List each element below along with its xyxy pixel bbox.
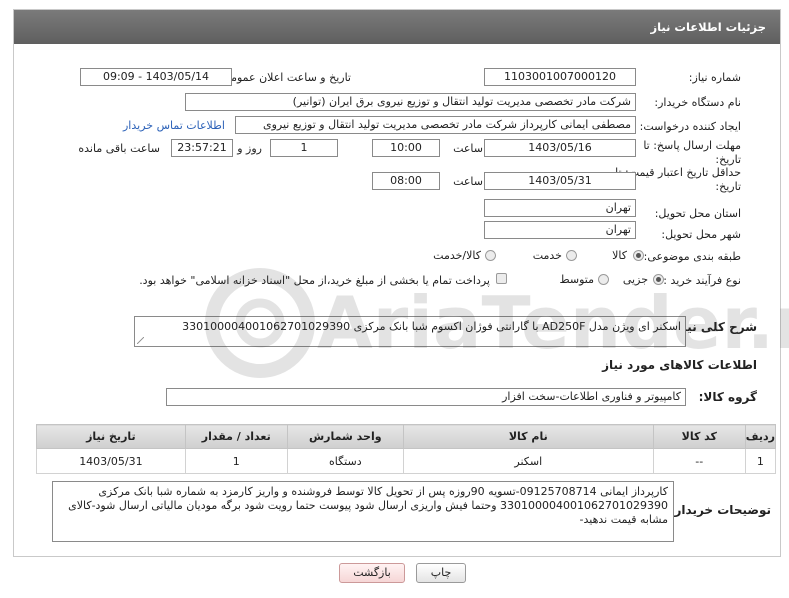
goods-group-label: گروه کالا: bbox=[698, 390, 757, 404]
col-row: ردیف bbox=[744, 424, 777, 449]
buyer-contact-link[interactable]: اطلاعات تماس خریدار bbox=[123, 119, 225, 132]
items-table-header: ردیف کد کالا نام کالا واحد شمارش تعداد /… bbox=[36, 424, 777, 449]
process-option-medium: متوسط bbox=[559, 273, 594, 286]
buyer-org-field[interactable]: شرکت مادر تخصصی مدیریت تولید انتقال و تو… bbox=[185, 93, 636, 111]
category-label: طبقه بندی موضوعی: bbox=[643, 250, 741, 263]
category-radio-goods[interactable] bbox=[633, 250, 644, 261]
city-label: شهر محل تحویل: bbox=[661, 228, 741, 241]
need-number-field[interactable]: 1103001007000120 bbox=[484, 68, 636, 86]
deadline-remaining-field[interactable]: 23:57:21 bbox=[171, 139, 233, 157]
col-code: کد کالا bbox=[652, 424, 746, 449]
buyer-notes-label: توضیحات خریدار: bbox=[669, 503, 771, 517]
cell-unit: دستگاه bbox=[286, 448, 404, 474]
deadline-time-label: ساعت bbox=[453, 142, 483, 155]
cell-row: 1 bbox=[744, 448, 777, 474]
province-field[interactable]: تهران bbox=[484, 199, 636, 217]
buyer-notes-field[interactable]: کارپرداز ایمانی 09125708714-تسویه 90روزه… bbox=[52, 481, 674, 542]
cell-qty: 1 bbox=[184, 448, 288, 474]
announce-datetime-label: تاریخ و ساعت اعلان عمومی: bbox=[218, 71, 351, 84]
price-validity-label-line2: تاریخ: bbox=[715, 180, 741, 193]
deadline-label-line1: مهلت ارسال پاسخ: تا bbox=[643, 139, 741, 152]
process-label: نوع فرآیند خرید : bbox=[663, 274, 741, 287]
description-resize-handle[interactable] bbox=[137, 337, 144, 344]
requester-label: ایجاد کننده درخواست: bbox=[639, 120, 741, 133]
province-label: استان محل تحویل: bbox=[654, 207, 741, 220]
requester-field[interactable]: مصطفی ایمانی کارپرداز شرکت مادر تخصصی مد… bbox=[235, 116, 636, 134]
goods-section-title: اطلاعات کالاهای مورد نیاز bbox=[602, 358, 757, 372]
need-number-label: شماره نیاز: bbox=[688, 71, 741, 84]
col-qty: تعداد / مقدار bbox=[184, 424, 288, 449]
treasury-note: پرداخت تمام یا بخشی از مبلغ خرید،از محل … bbox=[139, 274, 490, 287]
goods-group-field[interactable]: کامپیوتر و فناوری اطلاعات-سخت افزار bbox=[166, 388, 686, 406]
announce-datetime-field[interactable]: 1403/05/14 - 09:09 bbox=[80, 68, 232, 86]
panel-title: جزئیات اطلاعات نیاز bbox=[14, 10, 780, 44]
deadline-label-line2: تاریخ: bbox=[715, 153, 741, 166]
process-option-minor: جزیی bbox=[622, 273, 648, 286]
deadline-time-field[interactable]: 10:00 bbox=[372, 139, 440, 157]
price-validity-time-field[interactable]: 08:00 bbox=[372, 172, 440, 190]
back-button[interactable]: بازگشت bbox=[339, 563, 405, 583]
cell-code: -- bbox=[652, 448, 746, 474]
category-option-goods-service: کالا/خدمت bbox=[433, 249, 481, 262]
buyer-org-label: نام دستگاه خریدار: bbox=[654, 96, 741, 109]
cell-date: 1403/05/31 bbox=[36, 448, 186, 474]
category-option-service: خدمت bbox=[532, 249, 562, 262]
cell-name: اسکنر bbox=[402, 448, 654, 474]
category-radio-service[interactable] bbox=[566, 250, 577, 261]
deadline-remaining-label: ساعت باقی مانده bbox=[78, 142, 160, 155]
col-unit: واحد شمارش bbox=[286, 424, 404, 449]
category-radio-goods-service[interactable] bbox=[485, 250, 496, 261]
items-table: ردیف کد کالا نام کالا واحد شمارش تعداد /… bbox=[36, 424, 777, 474]
price-validity-time-label: ساعت bbox=[453, 175, 483, 188]
col-date: تاریخ نیاز bbox=[36, 424, 186, 449]
table-row[interactable]: 1 -- اسکنر دستگاه 1 1403/05/31 bbox=[36, 448, 777, 474]
print-button[interactable]: چاپ bbox=[416, 563, 466, 583]
process-radio-medium[interactable] bbox=[598, 274, 609, 285]
deadline-days-label: روز و bbox=[237, 142, 262, 155]
deadline-date-field[interactable]: 1403/05/16 bbox=[484, 139, 636, 157]
treasury-checkbox[interactable] bbox=[496, 273, 507, 284]
category-option-goods: کالا bbox=[612, 249, 627, 262]
process-radio-minor[interactable] bbox=[653, 274, 664, 285]
col-name: نام کالا bbox=[402, 424, 654, 449]
price-validity-date-field[interactable]: 1403/05/31 bbox=[484, 172, 636, 190]
description-field[interactable]: اسکنر ای ویژن مدل AD250F با گارانتی فوژا… bbox=[134, 316, 686, 347]
city-field[interactable]: تهران bbox=[484, 221, 636, 239]
deadline-days-field[interactable]: 1 bbox=[270, 139, 338, 157]
